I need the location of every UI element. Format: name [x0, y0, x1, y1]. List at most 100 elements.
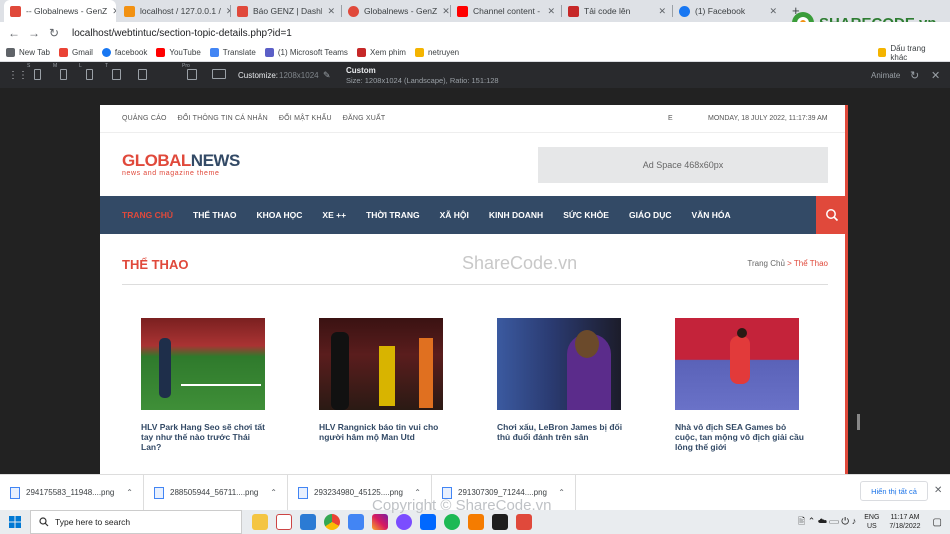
chevron-up-icon[interactable]: ⌃: [414, 488, 421, 497]
nav-item-sports[interactable]: THỂ THAO: [193, 210, 236, 220]
article-title[interactable]: HLV Park Hang Seo sẽ chơi tất tay như th…: [141, 422, 271, 452]
article-title[interactable]: Nhà vô địch SEA Games bỏ cuộc, tan mộng …: [675, 422, 805, 452]
vscode-icon[interactable]: [300, 514, 316, 530]
tablet-icon[interactable]: [112, 69, 121, 80]
chevron-up-icon[interactable]: ⌃: [270, 488, 277, 497]
nav-item-business[interactable]: KINH DOANH: [489, 210, 543, 220]
tab-dashboard[interactable]: Báo GENZ | Dashboard ✕: [231, 0, 341, 22]
tab-globalnews[interactable]: Globalnews - GenZ ✕: [342, 0, 450, 22]
article-thumbnail[interactable]: [141, 318, 265, 410]
reload-icon[interactable]: ↻: [44, 26, 64, 40]
show-all-downloads-button[interactable]: Hiển thị tất cả: [860, 481, 928, 501]
instagram-icon[interactable]: [372, 514, 388, 530]
scrollbar-thumb[interactable]: [857, 414, 860, 430]
bookmark-netruyen[interactable]: netruyen: [414, 48, 459, 57]
bookmark-new-tab[interactable]: New Tab: [6, 48, 50, 57]
nav-item-culture[interactable]: VĂN HÓA: [691, 210, 730, 220]
taskbar-search-box[interactable]: Type here to search: [30, 510, 242, 534]
download-item[interactable]: 288505944_56711....png ⌃: [144, 474, 288, 511]
chevron-up-icon[interactable]: ⌃: [558, 488, 565, 497]
close-icon[interactable]: ✕: [931, 69, 940, 82]
messenger-icon[interactable]: [396, 514, 412, 530]
nav-item-cars[interactable]: XE ++: [322, 210, 346, 220]
top-link-logout[interactable]: ĐĂNG XUẤT: [343, 115, 386, 122]
tab-facebook[interactable]: (1) Facebook ✕: [673, 0, 783, 22]
other-bookmarks[interactable]: Dấu trang khác: [878, 44, 941, 62]
top-link-edit-profile[interactable]: ĐỔI THÔNG TIN CÁ NHÂN: [178, 115, 268, 122]
search-button[interactable]: [816, 196, 845, 234]
article-thumbnail[interactable]: [497, 318, 621, 410]
download-item[interactable]: 294175583_11948....png ⌃: [0, 474, 144, 511]
close-tab-icon[interactable]: ✕: [327, 6, 335, 17]
close-tab-icon[interactable]: ✕: [547, 6, 555, 17]
chrome-icon[interactable]: [324, 514, 340, 530]
site-logo[interactable]: GLOBALNEWS news and magazine theme: [122, 151, 240, 177]
article-card[interactable]: HLV Park Hang Seo sẽ chơi tất tay như th…: [141, 318, 271, 452]
ad-banner[interactable]: Ad Space 468x60px: [538, 147, 828, 183]
terminal-icon[interactable]: [492, 514, 508, 530]
nav-item-home[interactable]: TRANG CHỦ: [122, 210, 173, 220]
sublime-icon[interactable]: [516, 514, 532, 530]
close-tab-icon[interactable]: ✕: [112, 6, 116, 17]
close-downloads-icon[interactable]: ✕: [934, 485, 942, 496]
xampp-icon[interactable]: [468, 514, 484, 530]
url-field[interactable]: localhost/webtintuc/section-topic-detail…: [72, 28, 292, 39]
download-filename: 291307309_71244....png: [458, 488, 547, 497]
nav-item-education[interactable]: GIÁO DỤC: [629, 210, 672, 220]
system-tray-icons[interactable]: 🖹 ⌃ ☁ ▭ ⏻ ♪: [798, 514, 856, 530]
phone-medium-icon[interactable]: [60, 69, 67, 80]
bookmark-facebook[interactable]: facebook: [101, 48, 147, 57]
bookmark-teams[interactable]: (1) Microsoft Teams: [264, 48, 348, 57]
customize-size-input[interactable]: 1208x1024: [279, 71, 319, 80]
article-title[interactable]: Chơi xấu, LeBron James bị đối thủ đuổi đ…: [497, 422, 627, 442]
notification-icon[interactable]: ▢: [933, 517, 942, 528]
desktop-icon[interactable]: [212, 69, 226, 79]
drag-handle-icon[interactable]: ⋮⋮: [8, 70, 28, 81]
tab-upload-code[interactable]: Tải code lên ✕: [562, 0, 672, 22]
close-tab-icon[interactable]: ✕: [658, 6, 666, 17]
article-card[interactable]: Nhà vô địch SEA Games bỏ cuộc, tan mộng …: [675, 318, 805, 452]
phone-small-icon[interactable]: [34, 69, 41, 80]
article-card[interactable]: HLV Rangnick báo tin vui cho người hâm m…: [319, 318, 449, 442]
back-arrow-icon[interactable]: ←: [4, 26, 24, 40]
tab-phpmyadmin[interactable]: localhost / 127.0.0.1 / ✕: [118, 0, 230, 22]
clock[interactable]: 11:17 AM 7/18/2022: [889, 513, 920, 531]
edit-pencil-icon[interactable]: ✎: [323, 70, 331, 81]
rotate-icon[interactable]: ↻: [910, 69, 919, 82]
spotify-icon[interactable]: [444, 514, 460, 530]
tablet-pro-icon[interactable]: [187, 69, 197, 80]
tablet-large-icon[interactable]: [138, 69, 147, 80]
nav-item-health[interactable]: SỨC KHỎE: [563, 210, 609, 220]
section-title: THỂ THAO: [122, 257, 189, 272]
nav-item-science[interactable]: KHOA HỌC: [256, 210, 302, 220]
close-tab-icon[interactable]: ✕: [442, 6, 450, 17]
keyboard-region: US: [866, 523, 877, 530]
bookmark-translate[interactable]: Translate: [209, 48, 256, 57]
article-thumbnail[interactable]: [319, 318, 443, 410]
bookmark-gmail[interactable]: Gmail: [58, 48, 93, 57]
nav-item-society[interactable]: XÃ HỘI: [440, 210, 469, 220]
close-tab-icon[interactable]: ✕: [769, 6, 777, 17]
article-title[interactable]: HLV Rangnick báo tin vui cho người hâm m…: [319, 422, 449, 442]
start-button[interactable]: [0, 510, 30, 534]
forward-arrow-icon[interactable]: →: [24, 26, 44, 40]
chevron-up-icon[interactable]: ⌃: [126, 488, 133, 497]
bookmark-youtube[interactable]: YouTube: [156, 48, 201, 57]
article-card[interactable]: Chơi xấu, LeBron James bị đối thủ đuổi đ…: [497, 318, 627, 442]
tab-globalnews-active[interactable]: -- Globalnews - GenZ ✕: [4, 0, 116, 22]
tab-youtube-studio[interactable]: Channel content - You ✕: [451, 0, 561, 22]
top-link-advertise[interactable]: QUẢNG CÁO: [122, 115, 167, 122]
word-icon[interactable]: [348, 514, 364, 530]
windows-logo-icon: [9, 516, 21, 528]
article-thumbnail[interactable]: [675, 318, 799, 410]
nav-item-fashion[interactable]: THỜI TRANG: [366, 210, 420, 220]
snipping-tool-icon[interactable]: [276, 514, 292, 530]
animate-button[interactable]: Animate: [871, 71, 900, 80]
top-link-change-password[interactable]: ĐỔI MẬT KHẨU: [279, 115, 332, 122]
file-explorer-icon[interactable]: [252, 514, 268, 530]
phone-large-icon[interactable]: [86, 69, 93, 80]
breadcrumb-home[interactable]: Trang Chủ: [747, 259, 785, 268]
bookmark-xem-phim[interactable]: Xem phim: [356, 48, 406, 57]
zalo-icon[interactable]: [420, 514, 436, 530]
language-indicator[interactable]: ENG US: [864, 513, 879, 531]
